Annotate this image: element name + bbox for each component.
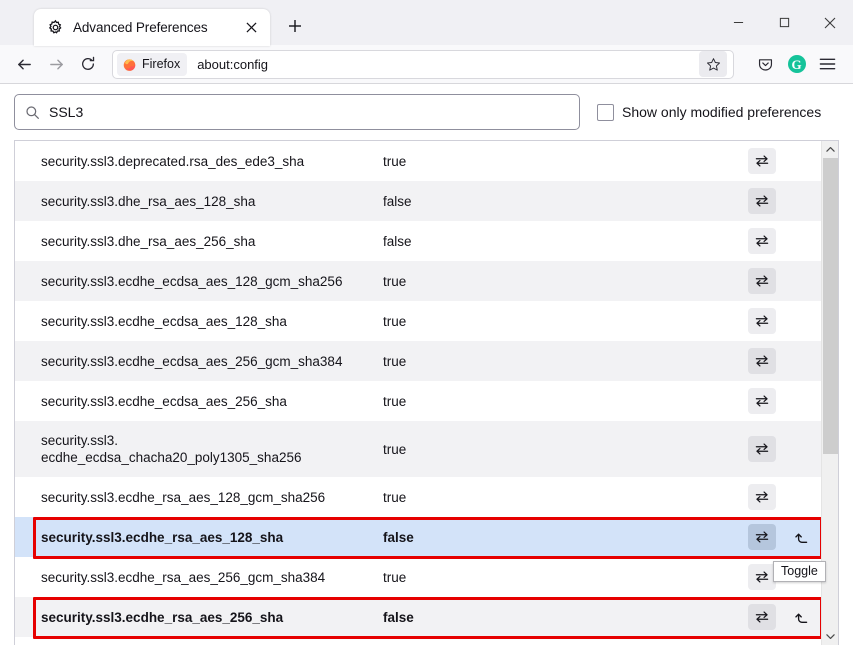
show-modified-checkbox[interactable] [597, 103, 614, 121]
toggle-icon[interactable] [748, 484, 776, 510]
new-tab-icon[interactable] [280, 11, 310, 41]
extension-badge-label: G [787, 55, 806, 73]
preference-name: security.ssl3.ecdhe_rsa_aes_128_gcm_sha2… [41, 489, 326, 505]
toggle-icon[interactable] [748, 228, 776, 254]
navigation-toolbar: Firefox about:config G [0, 45, 853, 84]
scrollbar-track[interactable] [823, 158, 838, 628]
preference-value: true [383, 489, 407, 505]
search-input[interactable]: SSL3 [14, 94, 580, 130]
preference-name: security.ssl3.ecdhe_ecdsa_aes_256_sha [41, 393, 287, 409]
firefox-brand-chip: Firefox [117, 52, 188, 76]
preference-name: security.ssl3.ecdhe_ecdsa_aes_128_gcm_sh… [41, 273, 343, 289]
preference-value: false [383, 529, 414, 545]
grammarly-extension-icon[interactable]: G [781, 49, 812, 79]
tab-strip: Advanced Preferences [0, 0, 853, 46]
show-modified-toggle[interactable]: Show only modified preferences [597, 103, 822, 121]
toggle-icon[interactable] [748, 524, 776, 550]
table-row[interactable]: security.ssl3.ecdhe_ecdsa_aes_128_sha tru… [15, 301, 838, 341]
toolbar-end-buttons: G [750, 49, 843, 79]
toggle-icon[interactable] [748, 308, 776, 334]
address-bar[interactable]: Firefox about:config [112, 49, 734, 79]
maximize-icon[interactable] [761, 0, 807, 45]
preference-name: security.ssl3.ecdhe_ecdsa_aes_256_gcm_sh… [41, 353, 343, 369]
toggle-icon[interactable] [748, 388, 776, 414]
preference-value: true [383, 441, 407, 457]
table-row[interactable]: security.ssl3.ecdhe_ecdsa_aes_128_gcm_sh… [15, 261, 838, 301]
preference-value: true [383, 393, 407, 409]
toggle-icon[interactable] [748, 604, 776, 630]
close-icon[interactable] [240, 17, 262, 39]
preference-value: true [383, 153, 407, 169]
table-row[interactable]: security.ssl3.deprecated.rsa_des_ede3_sh… [15, 141, 838, 181]
about-config-page: SSL3 Show only modified preferences secu… [0, 84, 853, 645]
scroll-up-icon[interactable] [821, 141, 838, 158]
table-row[interactable]: security.ssl3. ecdhe_ecdsa_chacha20_poly… [15, 421, 838, 477]
preference-value: false [383, 193, 412, 209]
firefox-logo-icon [122, 57, 137, 72]
table-row[interactable]: security.ssl3.dhe_rsa_aes_256_sha false [15, 221, 838, 261]
preference-value: true [383, 569, 407, 585]
tab-advanced-preferences[interactable]: Advanced Preferences [34, 9, 270, 46]
pocket-icon[interactable] [750, 49, 781, 79]
preference-name: security.ssl3.ecdhe_ecdsa_aes_128_sha [41, 313, 287, 329]
browser-window: Advanced Preferences Firefox about:confi… [0, 0, 853, 645]
table-row[interactable]: security.ssl3.dhe_rsa_aes_128_sha false [15, 181, 838, 221]
toggle-tooltip: Toggle [773, 561, 826, 582]
table-row[interactable]: security.ssl3.ecdhe_ecdsa_aes_256_sha tru… [15, 381, 838, 421]
table-row[interactable]: security.ssl3.ecdhe_ecdsa_aes_256_gcm_sh… [15, 341, 838, 381]
preference-name: security.ssl3. ecdhe_ecdsa_chacha20_poly… [41, 433, 302, 465]
search-icon [25, 105, 40, 120]
table-row[interactable]: security.ssl3.ecdhe_rsa_aes_256_gcm_sha3… [15, 557, 838, 597]
search-value: SSL3 [49, 104, 84, 120]
reset-icon[interactable] [788, 604, 816, 630]
preferences-list: security.ssl3.deprecated.rsa_des_ede3_sh… [14, 140, 839, 645]
url-text[interactable]: about:config [197, 57, 699, 72]
toggle-icon[interactable] [748, 188, 776, 214]
toggle-icon[interactable] [748, 436, 776, 462]
preference-value: true [383, 313, 407, 329]
scroll-down-icon[interactable] [821, 628, 838, 645]
close-window-icon[interactable] [807, 0, 853, 45]
filter-row: SSL3 Show only modified preferences [0, 84, 853, 140]
preference-value: false [383, 609, 414, 625]
show-modified-label: Show only modified preferences [622, 104, 822, 120]
preference-name: security.ssl3.dhe_rsa_aes_256_sha [41, 233, 256, 249]
brand-chip-label: Firefox [142, 57, 181, 71]
minimize-icon[interactable] [715, 0, 761, 45]
toggle-icon[interactable] [748, 348, 776, 374]
bookmark-star-icon[interactable] [699, 51, 727, 77]
table-row[interactable]: security.ssl3.ecdhe_rsa_aes_128_gcm_sha2… [15, 477, 838, 517]
tab-title: Advanced Preferences [73, 20, 208, 35]
scrollbar-thumb[interactable] [823, 158, 838, 455]
toggle-icon[interactable] [748, 564, 776, 590]
preference-name: security.ssl3.ecdhe_rsa_aes_256_gcm_sha3… [41, 569, 326, 585]
preference-name: security.ssl3.deprecated.rsa_des_ede3_sh… [41, 153, 305, 169]
back-icon[interactable] [8, 49, 40, 79]
hamburger-menu-icon[interactable] [812, 49, 843, 79]
table-row[interactable]: security.ssl3.ecdhe_rsa_aes_128_sha false [15, 517, 838, 557]
reset-icon[interactable] [788, 524, 816, 550]
preference-value: true [383, 353, 407, 369]
preference-name: security.ssl3.ecdhe_rsa_aes_128_sha [41, 529, 284, 545]
preference-value: true [383, 273, 407, 289]
preference-name: security.ssl3.dhe_rsa_aes_128_sha [41, 193, 256, 209]
toggle-icon[interactable] [748, 148, 776, 174]
gear-icon [47, 19, 64, 36]
forward-icon[interactable] [40, 49, 72, 79]
preference-name: security.ssl3.ecdhe_rsa_aes_256_sha [41, 609, 284, 625]
preference-value: false [383, 233, 412, 249]
window-controls [715, 0, 853, 45]
table-row[interactable]: security.ssl3.ecdhe_rsa_aes_256_sha false [15, 597, 838, 637]
reload-icon[interactable] [72, 49, 104, 79]
toggle-icon[interactable] [748, 268, 776, 294]
